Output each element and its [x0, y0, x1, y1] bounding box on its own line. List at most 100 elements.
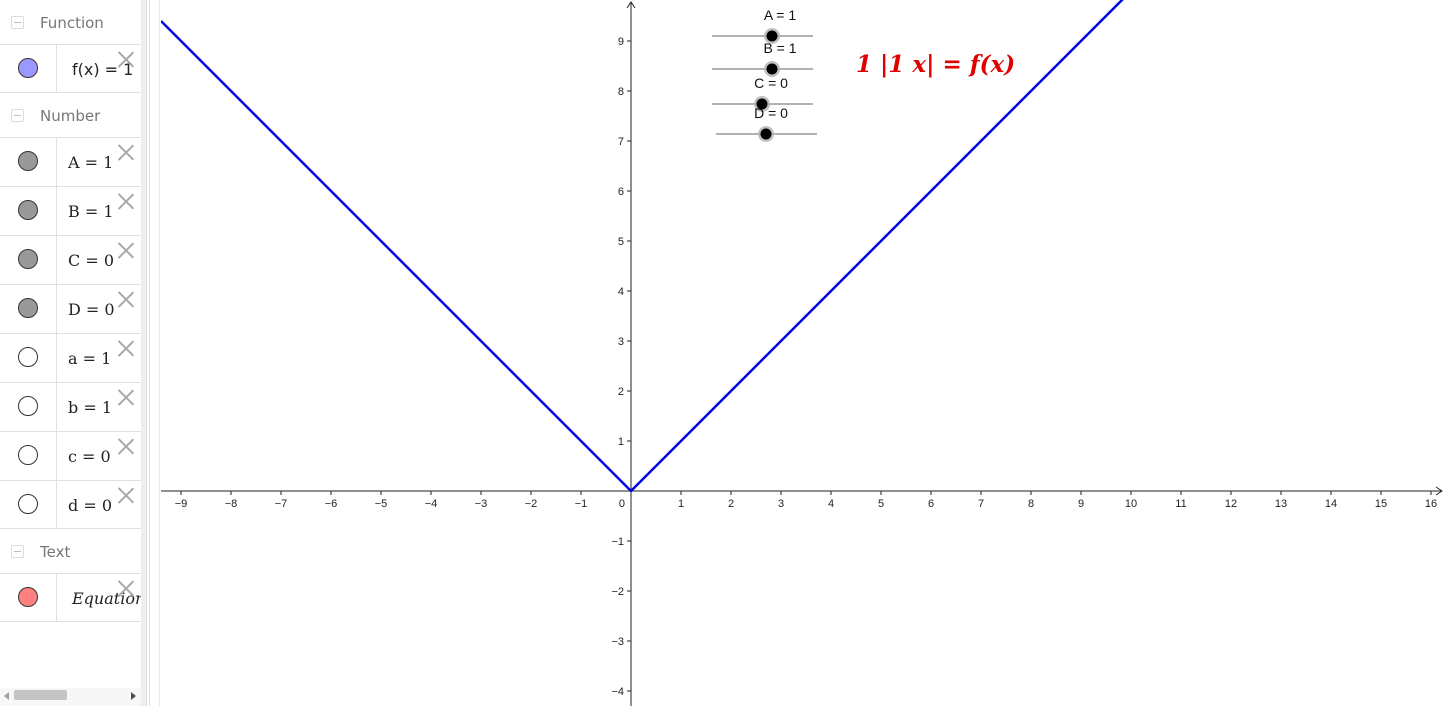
algebra-item[interactable]: d = 0 — [0, 480, 141, 529]
visibility-marble-icon[interactable] — [18, 249, 38, 269]
x-tick-label: −2 — [525, 498, 538, 510]
slider-handle[interactable] — [760, 128, 772, 140]
slider-handle-halo[interactable] — [764, 28, 780, 44]
algebra-item[interactable]: C = 0 — [0, 235, 141, 284]
visibility-cell[interactable] — [0, 334, 57, 382]
slider-handle-halo[interactable] — [754, 96, 770, 112]
slider-handle-halo[interactable] — [764, 61, 780, 77]
visibility-marble-icon[interactable] — [18, 151, 38, 171]
visibility-marble-icon[interactable] — [18, 347, 38, 367]
visibility-cell[interactable] — [0, 432, 57, 480]
delete-x-icon[interactable] — [117, 192, 134, 209]
x-tick-label: −5 — [375, 498, 388, 510]
visibility-marble-icon[interactable] — [18, 494, 38, 514]
visibility-marble-icon[interactable] — [18, 445, 38, 465]
algebra-item[interactable]: a = 1 — [0, 333, 141, 382]
visibility-marble-icon[interactable] — [18, 200, 38, 220]
delete-x-icon[interactable] — [117, 339, 134, 356]
delete-x-icon[interactable] — [117, 241, 134, 258]
x-tick-label: −7 — [275, 498, 288, 510]
visibility-cell[interactable] — [0, 574, 57, 621]
slider-handle[interactable] — [756, 98, 768, 110]
x-tick-label: 15 — [1375, 498, 1387, 510]
algebra-item[interactable]: b = 1 — [0, 382, 141, 431]
algebra-item-text[interactable]: A = 1 — [68, 153, 113, 172]
scroll-thumb[interactable] — [14, 690, 67, 700]
x-tick-label: −9 — [175, 498, 188, 510]
delete-x-icon[interactable] — [117, 437, 134, 454]
equation-text[interactable]: 1 |1 x| = f(x) — [856, 51, 1015, 78]
y-tick-label: 1 — [618, 436, 624, 448]
algebra-item-text[interactable]: C = 0 — [68, 251, 114, 270]
algebra-item[interactable]: Equation — [0, 573, 141, 622]
algebra-view[interactable]: Function f(x) = 1 Number A = 1 B = 1 C = 0 D =… — [0, 0, 141, 706]
x-tick-label: 16 — [1425, 498, 1437, 510]
visibility-marble-icon[interactable] — [18, 587, 38, 607]
group-header-function[interactable]: Function — [0, 0, 141, 44]
visibility-cell[interactable] — [0, 383, 57, 431]
visibility-cell[interactable] — [0, 45, 57, 92]
algebra-item[interactable]: A = 1 — [0, 137, 141, 186]
group-label: Number — [40, 107, 101, 125]
algebra-item-text[interactable]: b = 1 — [68, 398, 112, 417]
visibility-marble-icon[interactable] — [18, 298, 38, 318]
x-tick-label: 11 — [1175, 498, 1186, 510]
scroll-right-arrow-icon[interactable] — [131, 692, 136, 700]
graphics-view[interactable]: −9 −8 −7 −6 −5 −4 −3 −2 −1 1 2 3 4 5 6 7 8 9 10 11 12 13 14 15 1… — [0, 0, 1456, 706]
collapse-minus-icon[interactable] — [11, 545, 24, 558]
delete-x-icon[interactable] — [117, 579, 134, 596]
algebra-item-text[interactable]: B = 1 — [68, 202, 114, 221]
x-tick-label: −1 — [575, 498, 588, 510]
delete-x-icon[interactable] — [117, 50, 134, 67]
visibility-cell[interactable] — [0, 236, 57, 284]
algebra-item[interactable]: B = 1 — [0, 186, 141, 235]
x-tick-label: 9 — [1078, 498, 1084, 510]
collapse-minus-icon[interactable] — [11, 16, 24, 29]
x-tick-label: 6 — [928, 498, 934, 510]
function-graph-f[interactable] — [161, 0, 1442, 493]
y-tick-label: 5 — [618, 236, 624, 248]
delete-x-icon[interactable] — [117, 486, 134, 503]
delete-x-icon[interactable] — [117, 290, 134, 307]
slider-handle-halo[interactable] — [758, 126, 774, 142]
x-tick-label: 1 — [678, 498, 684, 510]
algebra-item-text[interactable]: d = 0 — [68, 496, 112, 515]
x-tick-label: 4 — [828, 498, 834, 510]
algebra-item[interactable]: f(x) = 1 — [0, 44, 141, 93]
x-tick-label: −8 — [225, 498, 238, 510]
group-header-text[interactable]: Text — [0, 529, 141, 573]
graphics-canvas[interactable]: −9 −8 −7 −6 −5 −4 −3 −2 −1 1 2 3 4 5 6 7 8 9 10 11 12 13 14 15 1… — [0, 0, 1456, 706]
x-tick-label: 14 — [1325, 498, 1337, 510]
x-tick-label: −6 — [325, 498, 338, 510]
y-tick-label: −4 — [611, 686, 624, 698]
delete-x-icon[interactable] — [117, 143, 134, 160]
y-tick-label: −1 — [611, 536, 624, 548]
visibility-cell[interactable] — [0, 285, 57, 333]
algebra-item[interactable]: c = 0 — [0, 431, 141, 480]
algebra-horizontal-scrollbar[interactable] — [0, 688, 141, 706]
visibility-marble-icon[interactable] — [18, 58, 38, 78]
slider-caption: B = 1 — [763, 40, 796, 56]
y-tick-label: 8 — [618, 86, 624, 98]
x-tick-label: 10 — [1125, 498, 1137, 510]
y-tick-label: 4 — [618, 286, 624, 298]
collapse-minus-icon[interactable] — [11, 109, 24, 122]
visibility-cell[interactable] — [0, 138, 57, 186]
visibility-cell[interactable] — [0, 481, 57, 528]
algebra-item-text[interactable]: D = 0 — [68, 300, 115, 319]
group-header-number[interactable]: Number — [0, 93, 141, 137]
slider-handle[interactable] — [766, 63, 778, 75]
delete-x-icon[interactable] — [117, 388, 134, 405]
slider-caption: A = 1 — [764, 7, 797, 23]
algebra-item[interactable]: D = 0 — [0, 284, 141, 333]
x-tick-label: 7 — [978, 498, 984, 510]
slider-handle[interactable] — [766, 30, 778, 42]
algebra-item-text[interactable]: a = 1 — [68, 349, 111, 368]
x-tick-label: −3 — [475, 498, 488, 510]
visibility-cell[interactable] — [0, 187, 57, 235]
y-axis-arrow-icon — [626, 1, 636, 9]
algebra-item-text[interactable]: c = 0 — [68, 447, 111, 466]
visibility-marble-icon[interactable] — [18, 396, 38, 416]
view-divider[interactable] — [141, 0, 160, 706]
scroll-left-arrow-icon[interactable] — [4, 692, 9, 700]
